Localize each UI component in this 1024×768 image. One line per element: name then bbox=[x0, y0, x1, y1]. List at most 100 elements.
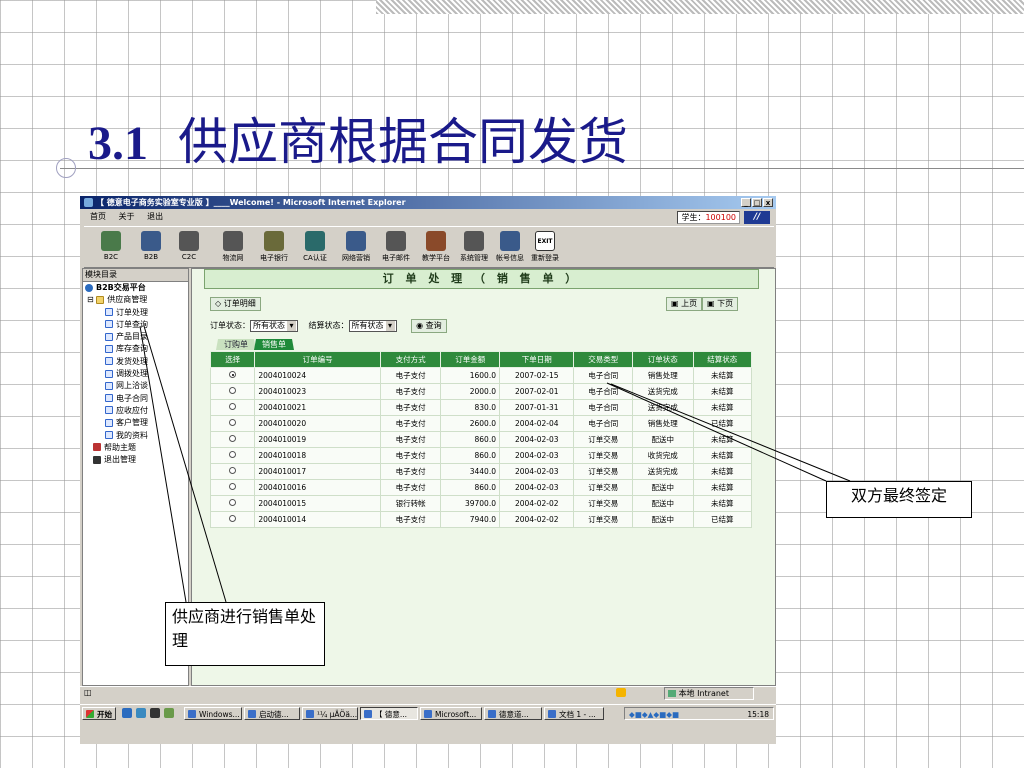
task-start-deyi[interactable]: 启动德... bbox=[244, 707, 300, 720]
console-quicklaunch-icon[interactable] bbox=[150, 708, 160, 718]
toolbar-relogin[interactable]: EXIT 重新登录 bbox=[528, 229, 562, 263]
toolbar-email[interactable]: 电子邮件 bbox=[379, 229, 413, 263]
select-radio[interactable] bbox=[209, 447, 256, 464]
radio-button[interactable] bbox=[229, 515, 237, 522]
window-titlebar[interactable]: 【 德意电子商务实验室专业版 】____Welcome! - Microsoft… bbox=[80, 196, 776, 209]
task-microsoft[interactable]: Microsoft... bbox=[420, 707, 482, 720]
page-icon bbox=[105, 369, 113, 378]
task-garbled[interactable]: ¹¼ µÄÖä... bbox=[302, 707, 358, 720]
query-button[interactable]: ◉ 查询 bbox=[411, 319, 447, 333]
status-bar: ◫ 本地 Intranet bbox=[80, 686, 776, 700]
select-radio[interactable] bbox=[209, 431, 256, 448]
close-button[interactable]: x bbox=[763, 198, 773, 207]
select-radio[interactable] bbox=[209, 415, 256, 432]
select-radio[interactable] bbox=[209, 511, 256, 528]
radio-button[interactable] bbox=[229, 483, 237, 490]
sidebar-item-negotiation[interactable]: 网上洽谈 bbox=[83, 380, 188, 392]
sidebar-item-help[interactable]: 帮助主题 bbox=[83, 442, 188, 454]
select-radio[interactable] bbox=[209, 399, 256, 416]
page-icon bbox=[105, 418, 113, 427]
order-status-select[interactable]: 所有状态 bbox=[250, 320, 298, 332]
sidebar-item-transfer[interactable]: 调拨处理 bbox=[83, 368, 188, 380]
minimize-button[interactable]: _ bbox=[741, 198, 751, 207]
sidebar-item-customers[interactable]: 客户管理 bbox=[83, 417, 188, 429]
table-row[interactable]: 2004010020 电子支付 2600.0 2004-02-04 电子合同 销售处理 已结… bbox=[209, 415, 753, 432]
cell-amount: 2600.0 bbox=[440, 415, 500, 432]
select-radio[interactable] bbox=[209, 495, 256, 512]
menu-home[interactable]: 首页 bbox=[90, 212, 106, 221]
sidebar-item-exit[interactable]: 退出管理 bbox=[83, 454, 188, 466]
ie-quicklaunch-icon[interactable] bbox=[122, 708, 132, 718]
col-select: 选择 bbox=[209, 351, 256, 368]
table-row[interactable]: 2004010018 电子支付 860.0 2004-02-03 订单交易 收货完成 未结算 bbox=[209, 447, 753, 464]
radio-button[interactable] bbox=[229, 403, 237, 410]
sidebar-item-order-process[interactable]: 订单处理 bbox=[83, 307, 188, 319]
toolbar-logistics[interactable]: 物流网 bbox=[216, 229, 250, 263]
radio-button[interactable] bbox=[229, 451, 237, 458]
tree-group-label: 供应商管理 bbox=[107, 295, 148, 305]
table-row[interactable]: 2004010017 电子支付 3440.0 2004-02-03 订单交易 送货完成 未结… bbox=[209, 463, 753, 480]
select-radio[interactable] bbox=[209, 479, 256, 496]
menu-about[interactable]: 关于 bbox=[119, 212, 135, 221]
tree-root[interactable]: B2B交易平台 bbox=[83, 282, 188, 294]
toolbar-bank[interactable]: 电子银行 bbox=[257, 229, 291, 263]
table-row[interactable]: 2004010021 电子支付 830.0 2007-01-31 电子合同 送货完成 未结算 bbox=[209, 399, 753, 416]
cell-date: 2004-02-03 bbox=[498, 431, 575, 448]
table-row[interactable]: 2004010024 电子支付 1600.0 2007-02-15 电子合同 销售处理 未结… bbox=[209, 367, 753, 384]
table-row[interactable]: 2004010023 电子支付 2000.0 2007-02-01 电子合同 送货完成 未结… bbox=[209, 383, 753, 400]
sidebar-item-stock-query[interactable]: 库存查询 bbox=[83, 343, 188, 355]
cell-order-id: 2004010019 bbox=[254, 431, 381, 448]
radio-button[interactable] bbox=[229, 467, 237, 474]
task-windows[interactable]: Windows... bbox=[184, 707, 242, 720]
tab-purchase-order[interactable]: 订购单 bbox=[216, 339, 256, 350]
toolbar-teaching[interactable]: 教学平台 bbox=[419, 229, 453, 263]
cell-payment: 电子支付 bbox=[379, 511, 442, 528]
table-row[interactable]: 2004010019 电子支付 860.0 2004-02-03 订单交易 配送中 未结算 bbox=[209, 431, 753, 448]
toolbar-b2b[interactable]: B2B bbox=[134, 229, 168, 261]
radio-button[interactable] bbox=[229, 419, 237, 426]
chart-quicklaunch-icon[interactable] bbox=[164, 708, 174, 718]
maximize-button[interactable]: □ bbox=[752, 198, 762, 207]
tree-group-supplier[interactable]: ⊟ 供应商管理 bbox=[83, 294, 188, 306]
task-deyi-active[interactable]: 【 德意... bbox=[360, 707, 418, 720]
page-icon bbox=[105, 406, 113, 415]
radio-button[interactable] bbox=[229, 499, 237, 506]
select-radio[interactable] bbox=[209, 367, 256, 384]
task-document[interactable]: 文档 1 - ... bbox=[544, 707, 604, 720]
sidebar-item-receivables[interactable]: 应收应付 bbox=[83, 405, 188, 417]
radio-button[interactable] bbox=[229, 387, 237, 394]
tray-icons[interactable]: ◆■◆▲◆■◆■ bbox=[629, 710, 679, 719]
table-row[interactable]: 2004010015 银行转帐 39700.0 2004-02-02 订单交易 配送中 未结… bbox=[209, 495, 753, 512]
radio-button[interactable] bbox=[229, 435, 237, 442]
radio-button[interactable] bbox=[229, 371, 237, 378]
order-detail-button[interactable]: ◇ 订单明细 bbox=[210, 297, 261, 311]
settle-status-select[interactable]: 所有状态 bbox=[348, 320, 397, 332]
sidebar-item-order-query[interactable]: 订单查询 bbox=[83, 319, 188, 331]
toolbar-marketing[interactable]: 网络营销 bbox=[339, 229, 373, 263]
table-row[interactable]: 2004010016 电子支付 860.0 2004-02-03 订单交易 配送中 未结算 bbox=[209, 479, 753, 496]
start-button[interactable]: 开始 bbox=[82, 707, 116, 720]
cell-trade-type: 订单交易 bbox=[573, 463, 634, 480]
cell-amount: 1600.0 bbox=[440, 367, 500, 384]
toolbar-account[interactable]: 帐号信息 bbox=[493, 229, 527, 263]
menu-logout[interactable]: 退出 bbox=[147, 212, 163, 221]
toolbar-system[interactable]: 系统管理 bbox=[457, 229, 491, 263]
desktop-quicklaunch-icon[interactable] bbox=[136, 708, 146, 718]
toolbar-c2c[interactable]: C2C bbox=[172, 229, 206, 261]
prev-page-button[interactable]: ▣ 上页 bbox=[666, 297, 703, 311]
sidebar-item-contract[interactable]: 电子合同 bbox=[83, 393, 188, 405]
cell-order-status: 销售处理 bbox=[632, 367, 694, 384]
cell-date: 2004-02-02 bbox=[498, 511, 575, 528]
sidebar-item-shipping[interactable]: 发货处理 bbox=[83, 356, 188, 368]
toolbar-b2c[interactable]: B2C bbox=[94, 229, 128, 261]
table-row[interactable]: 2004010014 电子支付 7940.0 2004-02-02 订单交易 配送中 已结算 bbox=[209, 511, 753, 528]
toolbar-ca[interactable]: CA认证 bbox=[298, 229, 332, 263]
tab-sales-order[interactable]: 销售单 bbox=[254, 339, 294, 350]
task-deyi-dao[interactable]: 德意道... bbox=[484, 707, 542, 720]
select-radio[interactable] bbox=[209, 383, 256, 400]
sidebar-item-product-catalog[interactable]: 产品目录 bbox=[83, 331, 188, 343]
next-page-button[interactable]: ▣ 下页 bbox=[702, 297, 739, 311]
sidebar-item-profile[interactable]: 我的资料 bbox=[83, 430, 188, 442]
select-radio[interactable] bbox=[209, 463, 256, 480]
cell-payment: 电子支付 bbox=[379, 399, 442, 416]
